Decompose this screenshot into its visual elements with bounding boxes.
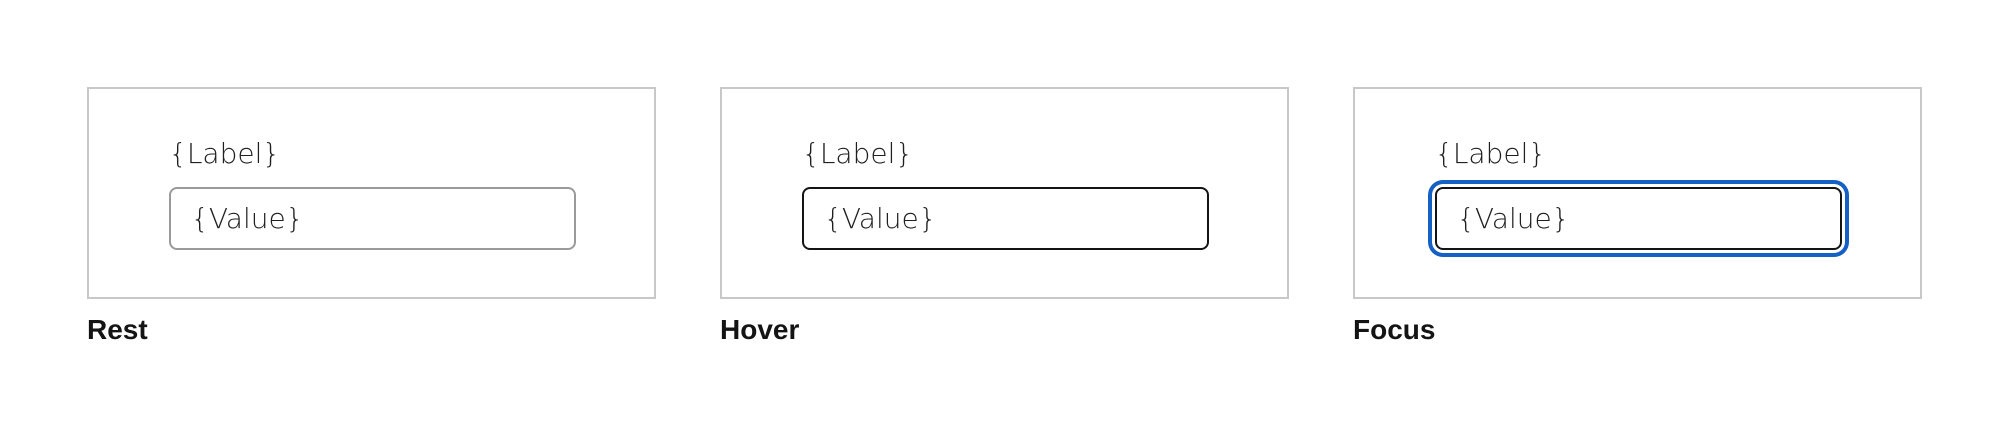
focus-input-value: {Value} <box>1457 202 1570 235</box>
focus-state-panel: {Label} {Value} Focus <box>1353 87 1922 347</box>
focus-text-input[interactable]: {Value} <box>1435 187 1842 250</box>
rest-state-panel: {Label} {Value} Rest <box>87 87 656 347</box>
focus-caption: Focus <box>1353 314 1436 345</box>
focus-preview-frame: {Label} {Value} <box>1353 87 1922 299</box>
hover-state-panel: {Label} {Value} Hover <box>720 87 1289 347</box>
hover-preview-frame: {Label} {Value} <box>720 87 1289 299</box>
hover-text-input[interactable]: {Value} <box>802 187 1209 250</box>
hover-field-label: {Label} <box>802 137 914 170</box>
rest-caption: Rest <box>87 314 148 345</box>
hover-input-value: {Value} <box>824 202 937 235</box>
rest-text-input[interactable]: {Value} <box>169 187 576 250</box>
rest-preview-frame: {Label} {Value} <box>87 87 656 299</box>
hover-caption: Hover <box>720 314 800 345</box>
rest-field-label: {Label} <box>169 137 281 170</box>
rest-input-value: {Value} <box>191 202 304 235</box>
focus-field-label: {Label} <box>1435 137 1547 170</box>
